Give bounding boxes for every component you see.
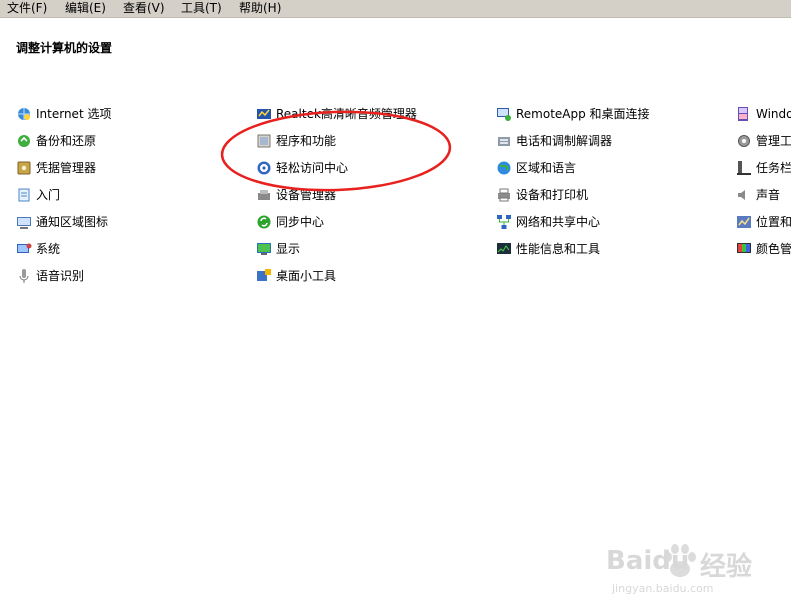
system-icon <box>16 241 32 257</box>
cpl-item-label: 性能信息和工具 <box>516 242 601 256</box>
cpl-item-taskbar[interactable]: 任务栏 <box>736 159 791 177</box>
phone-modem-icon <box>496 133 512 149</box>
device-manager-icon <box>256 187 272 203</box>
cpl-item-label: 凭据管理器 <box>36 161 97 175</box>
cpl-item-label: 系统 <box>36 242 61 256</box>
menu-tools[interactable]: 工具(T) <box>181 1 222 16</box>
cpl-item-label: 颜色管 <box>756 242 791 256</box>
ease-of-access-icon <box>256 160 272 176</box>
cpl-item-system[interactable]: 系统 <box>16 240 60 258</box>
cpl-item-phone-modem[interactable]: 电话和调制解调器 <box>496 132 612 150</box>
cpl-item-backup-restore[interactable]: 备份和还原 <box>16 132 96 150</box>
desktop-gadgets-icon <box>256 268 272 284</box>
speech-recognition-icon <box>16 268 32 284</box>
cpl-item-sync-center[interactable]: 同步中心 <box>256 213 324 231</box>
region-language-icon <box>496 160 512 176</box>
cpl-item-label: 位置和 <box>756 215 791 229</box>
display-icon <box>256 241 272 257</box>
credential-manager-icon <box>16 160 32 176</box>
cpl-item-windows-cardspace[interactable]: Window <box>736 105 791 123</box>
devices-printers-icon <box>496 187 512 203</box>
windows-cardspace-icon <box>736 106 752 122</box>
page-title: 调整计算机的设置 <box>16 41 113 55</box>
backup-restore-icon <box>16 133 32 149</box>
cpl-item-label: 电话和调制解调器 <box>516 134 613 148</box>
cpl-item-label: 任务栏 <box>756 161 791 175</box>
cpl-item-label: 管理工 <box>756 134 791 148</box>
cpl-item-location[interactable]: 位置和 <box>736 213 791 231</box>
cpl-item-devices-printers[interactable]: 设备和打印机 <box>496 186 588 204</box>
admin-tools-icon <box>736 133 752 149</box>
programs-features-icon <box>256 133 272 149</box>
cpl-item-label: 网络和共享中心 <box>516 215 601 229</box>
menu-view[interactable]: 查看(V) <box>123 1 165 16</box>
menu-bar: 文件(F) 编辑(E) 查看(V) 工具(T) 帮助(H) <box>0 0 791 18</box>
cpl-item-label: 入门 <box>36 188 61 202</box>
paw-logo-icon <box>664 544 696 577</box>
cpl-item-admin-tools[interactable]: 管理工 <box>736 132 791 150</box>
cpl-item-label: 设备管理器 <box>276 188 337 202</box>
cpl-item-device-manager[interactable]: 设备管理器 <box>256 186 336 204</box>
cpl-item-label: Window <box>756 107 791 121</box>
realtek-audio-icon <box>256 106 272 122</box>
cpl-item-label: 声音 <box>756 188 781 202</box>
cpl-item-display[interactable]: 显示 <box>256 240 300 258</box>
cpl-item-label: 轻松访问中心 <box>276 161 349 175</box>
cpl-item-label: 设备和打印机 <box>516 188 589 202</box>
cpl-item-label: 区域和语言 <box>516 161 577 175</box>
cpl-item-label: Internet 选项 <box>36 107 112 121</box>
taskbar-icon <box>736 160 752 176</box>
cpl-item-label: 显示 <box>276 242 301 256</box>
sync-center-icon <box>256 214 272 230</box>
cpl-item-label: 程序和功能 <box>276 134 337 148</box>
sound-icon <box>736 187 752 203</box>
cpl-item-region-language[interactable]: 区域和语言 <box>496 159 576 177</box>
cpl-item-label: 语音识别 <box>36 269 85 283</box>
cpl-item-remoteapp[interactable]: RemoteApp 和桌面连接 <box>496 105 650 123</box>
cpl-item-network-sharing[interactable]: 网络和共享中心 <box>496 213 600 231</box>
cpl-item-performance[interactable]: 性能信息和工具 <box>496 240 600 258</box>
cpl-item-desktop-gadgets[interactable]: 桌面小工具 <box>256 267 336 285</box>
watermark-cn: 经验 <box>700 552 753 582</box>
watermark-url: jingyan.baidu.com <box>612 582 714 595</box>
menu-help[interactable]: 帮助(H) <box>239 1 281 16</box>
remoteapp-icon <box>496 106 512 122</box>
cpl-item-label: 同步中心 <box>276 215 325 229</box>
cpl-item-credential-manager[interactable]: 凭据管理器 <box>16 159 96 177</box>
cpl-item-label: 备份和还原 <box>36 134 97 148</box>
menu-file[interactable]: 文件(F) <box>7 1 47 16</box>
cpl-item-getting-started[interactable]: 入门 <box>16 186 60 204</box>
cpl-item-label: 通知区域图标 <box>36 215 109 229</box>
menu-edit[interactable]: 编辑(E) <box>65 1 106 16</box>
cpl-item-speech-recognition[interactable]: 语音识别 <box>16 267 84 285</box>
getting-started-icon <box>16 187 32 203</box>
cpl-item-ease-of-access[interactable]: 轻松访问中心 <box>256 159 348 177</box>
cpl-item-label: 桌面小工具 <box>276 269 337 283</box>
baidu-watermark: Baidu 经验 jingyan.baidu.com <box>604 540 754 600</box>
cpl-item-color-management[interactable]: 颜色管 <box>736 240 791 258</box>
color-management-icon <box>736 241 752 257</box>
internet-options-icon <box>16 106 32 122</box>
cpl-item-programs-features[interactable]: 程序和功能 <box>256 132 336 150</box>
cpl-item-notification-area[interactable]: 通知区域图标 <box>16 213 108 231</box>
notification-area-icon <box>16 214 32 230</box>
cpl-item-internet-options[interactable]: Internet 选项 <box>16 105 111 123</box>
network-sharing-icon <box>496 214 512 230</box>
cpl-item-realtek-audio[interactable]: Realtek高清晰音频管理器 <box>256 105 417 123</box>
cpl-item-label: RemoteApp 和桌面连接 <box>516 107 650 121</box>
watermark-brand: Baidu <box>606 546 690 576</box>
performance-icon <box>496 241 512 257</box>
cpl-item-sound[interactable]: 声音 <box>736 186 780 204</box>
cpl-item-label: Realtek高清晰音频管理器 <box>276 107 417 121</box>
location-icon <box>736 214 752 230</box>
